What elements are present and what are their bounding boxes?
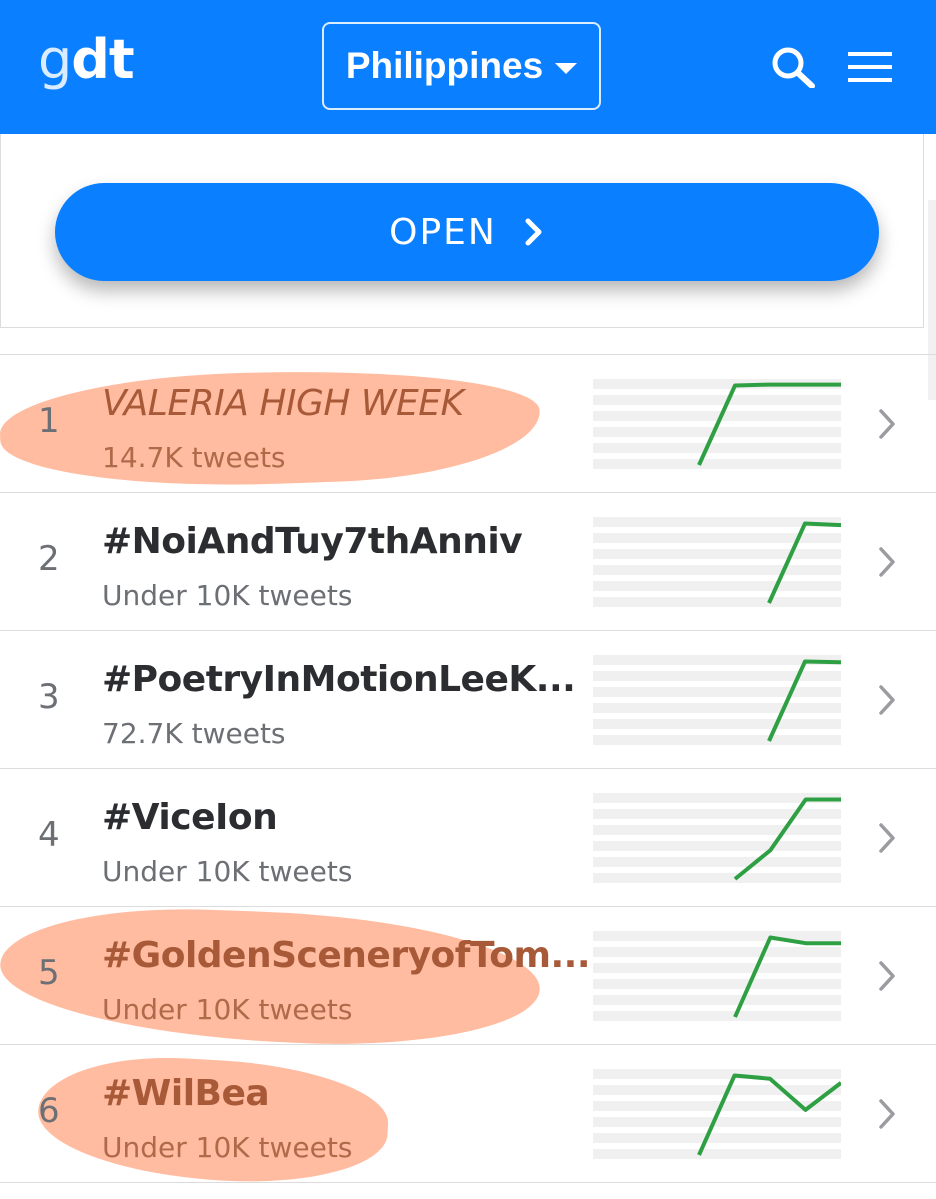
sparkline-band	[593, 597, 841, 607]
logo-g: g	[38, 28, 72, 91]
trend-row[interactable]: 5 #GoldenSceneryofTom... Under 10K tweets	[0, 907, 936, 1045]
sparkline-band	[593, 703, 841, 713]
trend-tweet-count: Under 10K tweets	[102, 993, 353, 1026]
trend-name[interactable]: #NoiAndTuy7thAnniv	[102, 521, 523, 562]
sparkline-band	[593, 841, 841, 851]
trend-row[interactable]: 1 VALERIA HIGH WEEK 14.7K tweets	[0, 355, 936, 493]
sparkline-band	[593, 825, 841, 835]
trend-tweet-count: 14.7K tweets	[102, 441, 286, 474]
sparkline-band	[593, 1085, 841, 1095]
open-button[interactable]: OPEN	[55, 183, 879, 281]
trend-tweet-count: Under 10K tweets	[102, 855, 353, 888]
sparkline-band	[593, 719, 841, 729]
top-bar: gdt Philippines	[0, 0, 936, 134]
trend-row[interactable]: 3 #PoetryInMotionLeeK... 72.7K tweets	[0, 631, 936, 769]
chevron-right-icon[interactable]	[877, 1097, 897, 1131]
trend-row[interactable]: 6 #WilBea Under 10K tweets	[0, 1045, 936, 1183]
trend-rank: 6	[38, 1091, 60, 1131]
country-selector[interactable]: Philippines	[322, 22, 601, 110]
chevron-right-icon[interactable]	[877, 545, 897, 579]
hamburger-menu-icon[interactable]	[848, 52, 892, 82]
trend-list: 1 VALERIA HIGH WEEK 14.7K tweets 2 #NoiAndTu…	[0, 354, 936, 1183]
sparkline-band	[593, 581, 841, 591]
trend-name[interactable]: #WilBea	[102, 1073, 270, 1114]
sparkline-band	[593, 931, 841, 941]
trend-tweet-count: Under 10K tweets	[102, 1131, 353, 1164]
trend-row[interactable]: 4 #ViceIon Under 10K tweets	[0, 769, 936, 907]
trend-sparkline	[593, 379, 841, 469]
trend-rank: 4	[38, 815, 60, 855]
trend-name[interactable]: #ViceIon	[102, 797, 278, 838]
country-label: Philippines	[345, 45, 544, 86]
sparkline-band	[593, 809, 841, 819]
search-icon[interactable]	[770, 46, 816, 88]
chevron-right-icon[interactable]	[877, 959, 897, 993]
trend-rank: 5	[38, 953, 60, 993]
sparkline-band	[593, 411, 841, 421]
sparkline-band	[593, 963, 841, 973]
sparkline-band	[593, 857, 841, 867]
trend-row[interactable]: 2 #NoiAndTuy7thAnniv Under 10K tweets	[0, 493, 936, 631]
trend-rank: 3	[38, 677, 60, 717]
sparkline-band	[593, 549, 841, 559]
sparkline-band	[593, 735, 841, 745]
chevron-right-icon[interactable]	[877, 407, 897, 441]
trend-sparkline	[593, 931, 841, 1021]
chevron-right-icon[interactable]	[877, 821, 897, 855]
sparkline-band	[593, 1149, 841, 1159]
trend-tweet-count: Under 10K tweets	[102, 579, 353, 612]
trend-name[interactable]: #PoetryInMotionLeeK...	[102, 659, 576, 700]
gdt-logo[interactable]: gdt	[38, 28, 135, 91]
sparkline-band	[593, 1069, 841, 1079]
sparkline-band	[593, 995, 841, 1005]
sparkline-band	[593, 395, 841, 405]
sparkline-band	[593, 671, 841, 681]
trend-sparkline	[593, 793, 841, 883]
trend-name[interactable]: #GoldenSceneryofTom...	[102, 935, 591, 976]
sparkline-band	[593, 565, 841, 575]
sparkline-band	[593, 873, 841, 883]
sparkline-band	[593, 1011, 841, 1021]
chevron-right-icon	[525, 218, 542, 246]
trend-rank: 1	[38, 401, 60, 441]
trend-name[interactable]: VALERIA HIGH WEEK	[102, 383, 464, 424]
sparkline-band	[593, 459, 841, 469]
sparkline-band	[593, 947, 841, 957]
sparkline-band	[593, 687, 841, 697]
trend-sparkline	[593, 655, 841, 745]
open-label: OPEN	[389, 211, 497, 253]
trend-sparkline	[593, 1069, 841, 1159]
sparkline-band	[593, 1133, 841, 1143]
sparkline-band	[593, 979, 841, 989]
sparkline-band	[593, 443, 841, 453]
trend-rank: 2	[38, 539, 60, 579]
trend-sparkline	[593, 517, 841, 607]
caret-down-icon	[555, 62, 578, 74]
sparkline-band	[593, 533, 841, 543]
chevron-right-icon[interactable]	[877, 683, 897, 717]
trend-tweet-count: 72.7K tweets	[102, 717, 286, 750]
logo-dt: dt	[71, 28, 134, 91]
